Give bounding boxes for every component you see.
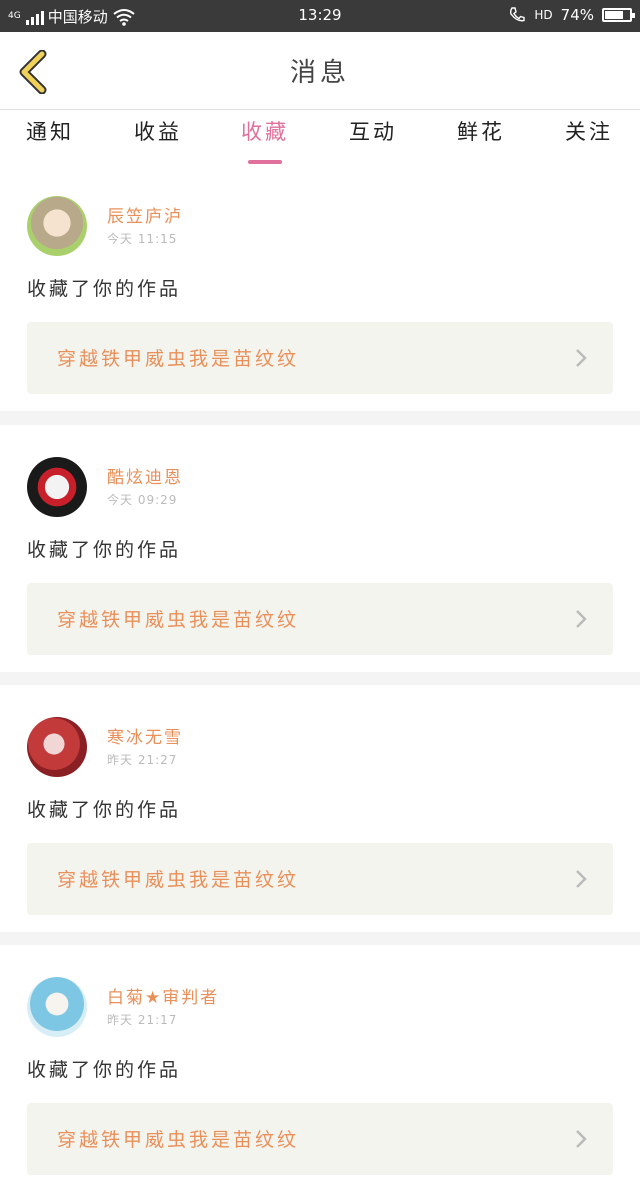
work-link[interactable]: 穿越铁甲威虫我是苗纹纹: [27, 843, 613, 915]
message-card: 酷炫迪恩 今天 09:29 收藏了你的作品 穿越铁甲威虫我是苗纹纹: [0, 425, 640, 667]
chevron-right-icon: [576, 610, 587, 628]
message-card: 寒冰无雪 昨天 21:27 收藏了你的作品 穿越铁甲威虫我是苗纹纹: [0, 685, 640, 927]
chevron-right-icon: [576, 349, 587, 367]
username[interactable]: 寒冰无雪: [107, 723, 183, 748]
battery-percent: 74%: [560, 6, 594, 24]
chevron-right-icon: [576, 870, 587, 888]
page-title: 消息: [289, 58, 350, 88]
call-icon: [510, 7, 526, 22]
work-title: 穿越铁甲威虫我是苗纹纹: [57, 869, 300, 891]
work-link[interactable]: 穿越铁甲威虫我是苗纹纹: [27, 322, 613, 394]
work-title: 穿越铁甲威虫我是苗纹纹: [57, 1129, 300, 1151]
avatar[interactable]: [27, 717, 87, 777]
message-time: 今天 09:29: [107, 493, 178, 507]
avatar[interactable]: [27, 977, 87, 1037]
tab-favorites[interactable]: 收藏: [230, 116, 300, 164]
status-right: HD 74%: [508, 6, 635, 24]
tab-earnings[interactable]: 收益: [123, 116, 193, 146]
username[interactable]: 辰笠庐泸: [107, 202, 183, 227]
message-time: 昨天 21:27: [107, 753, 178, 767]
battery-fill: [605, 11, 623, 19]
username[interactable]: 白菊★审判者: [107, 983, 219, 1008]
action-text: 收藏了你的作品: [27, 539, 182, 561]
work-link[interactable]: 穿越铁甲威虫我是苗纹纹: [27, 583, 613, 655]
action-text: 收藏了你的作品: [27, 278, 182, 300]
avatar[interactable]: [27, 196, 87, 256]
work-title: 穿越铁甲威虫我是苗纹纹: [57, 348, 300, 370]
battery-icon: [602, 8, 635, 22]
work-link[interactable]: 穿越铁甲威虫我是苗纹纹: [27, 1103, 613, 1175]
tab-bar: 通知 收益 收藏 互动 鲜花 关注: [0, 110, 640, 164]
action-text: 收藏了你的作品: [27, 799, 182, 821]
tab-notice[interactable]: 通知: [15, 116, 85, 146]
username[interactable]: 酷炫迪恩: [107, 463, 183, 488]
nav-bar: 消息: [0, 32, 640, 110]
tab-interaction[interactable]: 互动: [338, 116, 408, 146]
tab-flowers[interactable]: 鲜花: [446, 116, 516, 146]
message-card: 辰笠庐泸 今天 11:15 收藏了你的作品 穿越铁甲威虫我是苗纹纹: [0, 164, 640, 406]
message-time: 昨天 21:17: [107, 1013, 178, 1027]
chevron-right-icon: [576, 1130, 587, 1148]
avatar[interactable]: [27, 457, 87, 517]
tab-favorites-label: 收藏: [241, 120, 289, 144]
work-title: 穿越铁甲威虫我是苗纹纹: [57, 609, 300, 631]
message-card: 白菊★审判者 昨天 21:17 收藏了你的作品 穿越铁甲威虫我是苗纹纹: [0, 945, 640, 1187]
message-time: 今天 11:15: [107, 232, 178, 246]
action-text: 收藏了你的作品: [27, 1059, 182, 1081]
tab-follow[interactable]: 关注: [554, 116, 624, 146]
status-bar: 4G 中国移动 13:29 HD 74%: [0, 0, 640, 32]
hd-badge: HD: [534, 8, 553, 22]
